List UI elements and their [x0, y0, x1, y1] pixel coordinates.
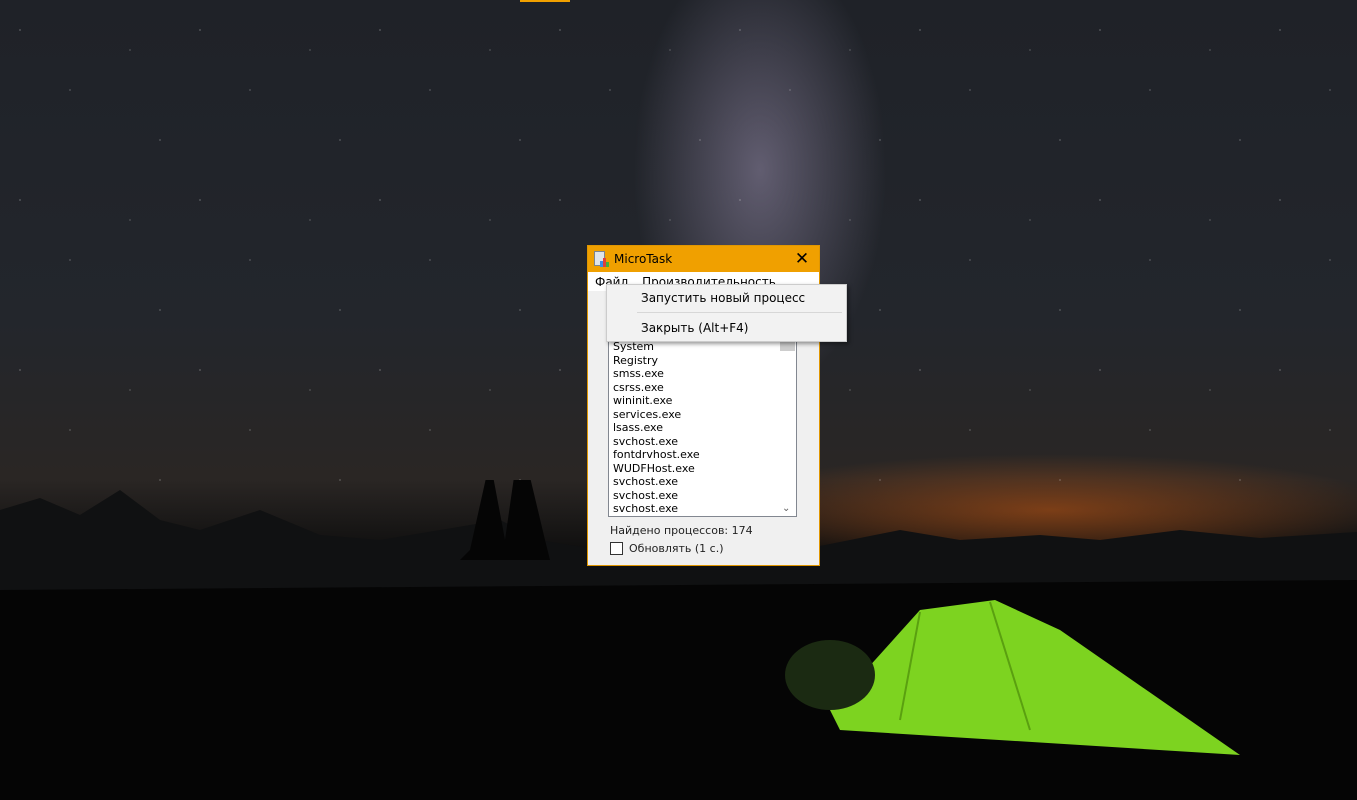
close-icon[interactable]: ✕: [785, 246, 819, 272]
taskbar-indicator: [520, 0, 570, 2]
menu-item-run-new-process[interactable]: Запустить новый процесс: [641, 291, 805, 305]
list-item[interactable]: svchost.exe: [613, 489, 700, 503]
vertical-scrollbar[interactable]: ⌄: [779, 335, 796, 516]
title-bar[interactable]: MicroTask ✕: [588, 246, 819, 272]
file-context-menu: Запустить новый процесс Закрыть (Alt+F4): [606, 284, 847, 342]
refresh-checkbox[interactable]: [610, 542, 623, 555]
menu-item-close[interactable]: Закрыть (Alt+F4): [641, 321, 748, 335]
task-manager-icon: [594, 251, 609, 267]
list-item[interactable]: lsass.exe: [613, 421, 700, 435]
refresh-label[interactable]: Обновлять (1 с.): [629, 542, 724, 555]
list-item[interactable]: csrss.exe: [613, 381, 700, 395]
menu-separator: [637, 312, 842, 313]
process-count: Найдено процессов: 174: [610, 524, 753, 537]
list-item[interactable]: wininit.exe: [613, 394, 700, 408]
process-list[interactable]: System Registry smss.exe csrss.exe winin…: [608, 334, 797, 517]
chevron-down-icon[interactable]: ⌄: [782, 503, 790, 514]
list-item[interactable]: svchost.exe: [613, 475, 700, 489]
list-item[interactable]: svchost.exe: [613, 435, 700, 449]
list-item[interactable]: svchost.exe: [613, 502, 700, 516]
list-item[interactable]: System: [613, 340, 700, 354]
refresh-checkbox-row[interactable]: Обновлять (1 с.): [610, 542, 724, 555]
list-item[interactable]: Registry: [613, 354, 700, 368]
list-item[interactable]: services.exe: [613, 408, 700, 422]
list-item[interactable]: smss.exe: [613, 367, 700, 381]
list-item[interactable]: WUDFHost.exe: [613, 462, 700, 476]
window-title: MicroTask: [614, 252, 673, 266]
list-item[interactable]: fontdrvhost.exe: [613, 448, 700, 462]
